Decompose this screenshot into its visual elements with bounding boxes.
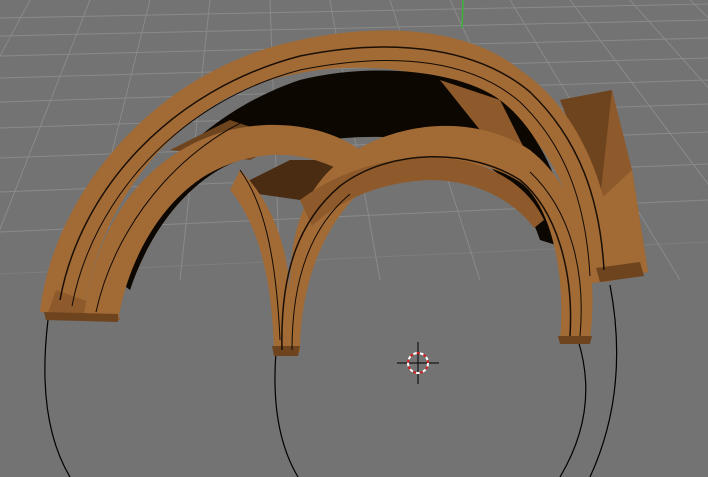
3d-viewport[interactable] (0, 0, 708, 477)
vault-arch-mesh[interactable] (40, 30, 648, 356)
viewport-canvas[interactable] (0, 0, 708, 477)
3d-cursor-icon[interactable] (397, 342, 439, 384)
y-axis-line (461, 0, 464, 29)
guide-circles (44, 284, 618, 477)
